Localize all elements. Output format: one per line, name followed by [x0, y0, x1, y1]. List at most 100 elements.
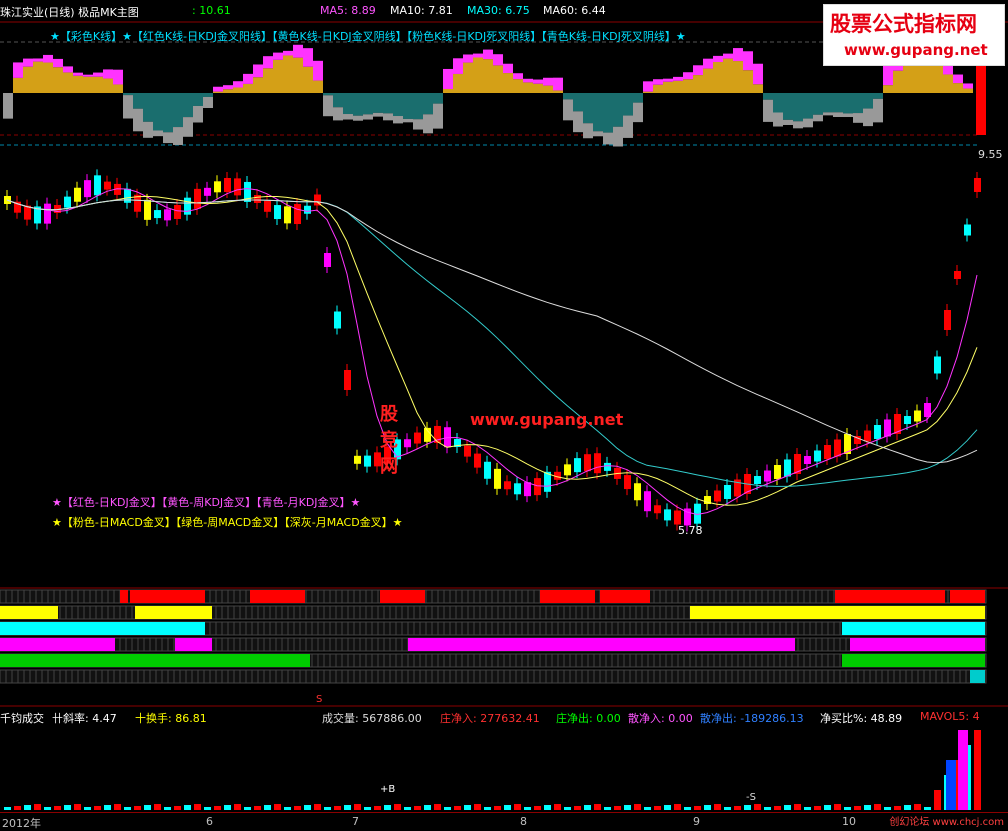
- ribbon-up: [643, 91, 653, 93]
- volume-bar: [524, 807, 531, 810]
- volume-bar: [54, 806, 61, 810]
- ribbon-down: [153, 93, 163, 131]
- signal-segment: [135, 606, 212, 619]
- date-label: 2012年: [2, 817, 41, 830]
- signal-segment: [175, 638, 212, 651]
- ribbon-tail: [633, 102, 643, 123]
- candle-body: [764, 470, 771, 482]
- retail-in-value: 散净入: 0.00: [628, 712, 693, 725]
- ribbon-up: [743, 70, 753, 93]
- volume-bar: [824, 805, 831, 810]
- ribbon-up: [513, 79, 523, 93]
- volume-bar: [874, 804, 881, 810]
- ribbon-up: [483, 59, 493, 93]
- ribbon-tail: [123, 95, 133, 119]
- volume-bar: [514, 804, 521, 810]
- ribbon-down: [843, 93, 853, 114]
- ribbon-tail: [403, 118, 413, 123]
- ribbon-cap: [113, 69, 123, 85]
- ribbon-tail: [773, 112, 783, 127]
- ribbon-tail: [423, 114, 433, 134]
- ribbon-down: [863, 93, 873, 109]
- volume-bar: [554, 804, 561, 810]
- ribbon-up: [493, 65, 503, 93]
- signal-segment: [130, 590, 205, 603]
- ribbon-up: [93, 76, 103, 93]
- date-label: 9: [693, 815, 700, 828]
- volume-bar: [254, 806, 261, 810]
- volume-bar: [884, 807, 891, 810]
- ribbon-tail: [413, 119, 423, 130]
- volume-bar: [194, 804, 201, 810]
- candle-body: [234, 178, 241, 196]
- ribbon-up: [703, 68, 713, 93]
- candle-body: [124, 188, 131, 203]
- ribbon-cap: [533, 79, 543, 84]
- ribbon-down: [633, 93, 643, 103]
- volume-bar: [564, 807, 571, 810]
- volume-bar: [44, 807, 51, 810]
- ribbon-up: [23, 66, 33, 93]
- signal-segment: [380, 590, 425, 603]
- volume-bar: [134, 806, 141, 810]
- ribbon-cap: [663, 78, 673, 82]
- kdj-cross-legend: ★【红色-日KDJ金叉】【黄色-周KDJ金叉】【青色-月KDJ金叉】★: [52, 496, 361, 509]
- volume-bar: [454, 806, 461, 810]
- ribbon-down: [343, 93, 353, 115]
- candle-body: [64, 196, 71, 208]
- main-out-value: 庄净出: 0.00: [556, 712, 621, 725]
- volume-bar: [74, 804, 81, 810]
- ribbon-cap: [543, 77, 553, 86]
- ribbon-cap: [713, 55, 723, 62]
- ribbon-cap: [103, 69, 113, 79]
- ribbon-cap: [513, 73, 523, 80]
- volume-bar: [814, 806, 821, 810]
- candle-body: [944, 310, 951, 330]
- ribbon-up: [263, 68, 273, 93]
- signal-segment: [120, 590, 128, 603]
- ribbon-last: [976, 60, 986, 135]
- candle-body: [594, 453, 601, 474]
- volume-bar: [434, 804, 441, 810]
- volume-value: 成交量: 567886.00: [322, 712, 422, 725]
- slope-value: 卄斜率: 4.47: [52, 712, 117, 725]
- volume-bar: [854, 806, 861, 810]
- volume-bar: [664, 805, 671, 810]
- volume-bar: [934, 790, 941, 810]
- candle-body: [84, 180, 91, 198]
- ribbon-tail: [863, 108, 873, 127]
- ribbon-cap: [953, 74, 963, 84]
- ribbon-down: [393, 93, 403, 117]
- volume-bar: [404, 807, 411, 810]
- kline-color-legend: ★【彩色K线】★【红色K线-日KDJ金叉阳线】【黄色K线-日KDJ金叉阴线】【粉…: [50, 30, 686, 43]
- ribbon-cap: [703, 58, 713, 69]
- candle-body: [864, 430, 871, 442]
- ribbon-tail: [383, 113, 393, 121]
- watermark-title: 股票公式指标网: [830, 12, 977, 36]
- ribbon-up: [893, 70, 903, 93]
- candle-body: [834, 439, 841, 457]
- ribbon-up: [673, 80, 683, 93]
- ribbon-tail: [143, 121, 153, 138]
- ribbon-tail: [763, 99, 773, 122]
- ribbon-tail: [853, 113, 863, 123]
- signal-segment: [0, 638, 115, 651]
- volume-bar: [154, 804, 161, 810]
- volume-bar: [674, 804, 681, 810]
- ribbon-down: [803, 93, 813, 119]
- ribbon-cap: [313, 60, 323, 81]
- ribbon-down: [323, 93, 333, 96]
- volume-bar: [914, 804, 921, 810]
- ribbon-up: [83, 76, 93, 93]
- ribbon-cap: [53, 58, 63, 68]
- volume-bar: [774, 806, 781, 810]
- candle-body: [954, 271, 961, 279]
- candle-body: [534, 478, 541, 496]
- ribbon-up: [523, 82, 533, 93]
- volume-spike: [946, 760, 956, 810]
- volume-bar: [104, 805, 111, 810]
- volume-bar: [484, 807, 491, 810]
- ribbon-up: [443, 88, 453, 93]
- ribbon-down: [763, 93, 773, 100]
- ribbon-down: [363, 93, 373, 115]
